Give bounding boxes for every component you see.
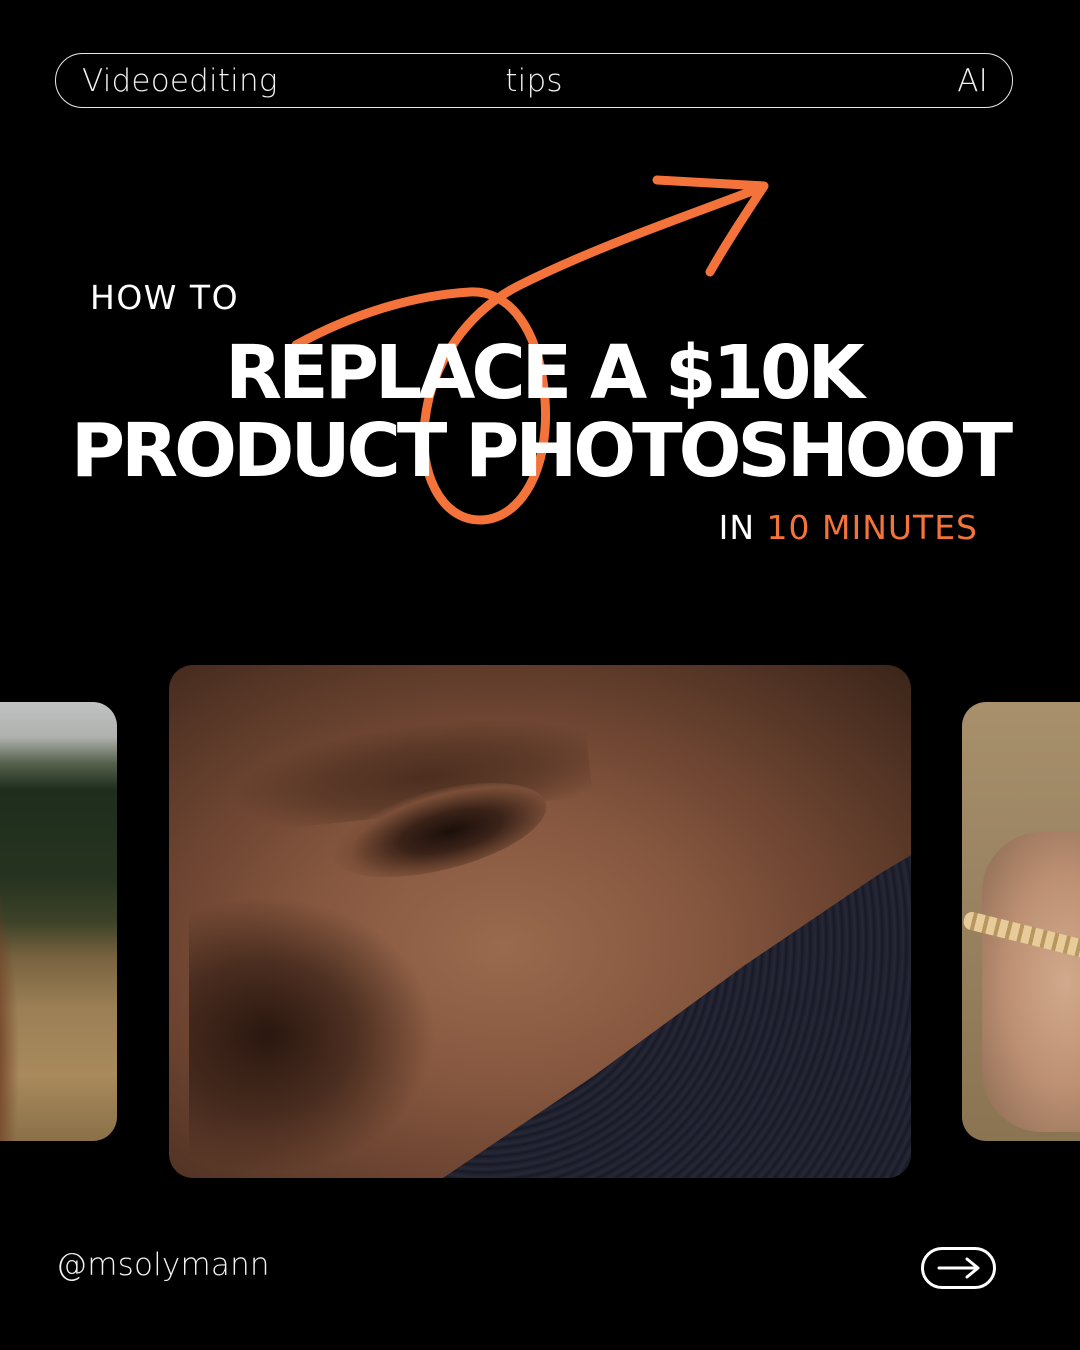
headline-intro: HOW TO: [90, 278, 240, 317]
headline-line-2: PRODUCT PHOTOSHOOT: [70, 408, 1013, 494]
tag-videoediting: Videoediting: [82, 62, 278, 99]
photo-hand-wheat: [962, 702, 1080, 1141]
headline-line-1: REPLACE A $10K: [225, 330, 865, 416]
tag-tips: tips: [505, 62, 563, 99]
arrow-right-icon: [937, 1257, 979, 1279]
tag-ai: AI: [957, 62, 988, 99]
photo-woman-field: [0, 702, 117, 1141]
topic-tags-bar: Videoediting tips AI: [55, 53, 1013, 108]
author-handle[interactable]: @msolymann: [56, 1247, 270, 1283]
headline-suffix: IN 10 MINUTES: [719, 508, 978, 547]
nose-shadow-shape: [189, 885, 449, 1178]
photo-woman-closeup: [169, 665, 911, 1178]
hand-shape: [982, 832, 1080, 1132]
headline-suffix-prefix: IN: [718, 508, 756, 547]
headline-suffix-accent: 10 MINUTES: [766, 508, 978, 547]
carousel-slide: Videoediting tips AI HOW TO REPLACE A $1…: [0, 0, 1080, 1350]
hair-shape: [0, 822, 20, 1141]
next-slide-button[interactable]: [921, 1247, 996, 1289]
